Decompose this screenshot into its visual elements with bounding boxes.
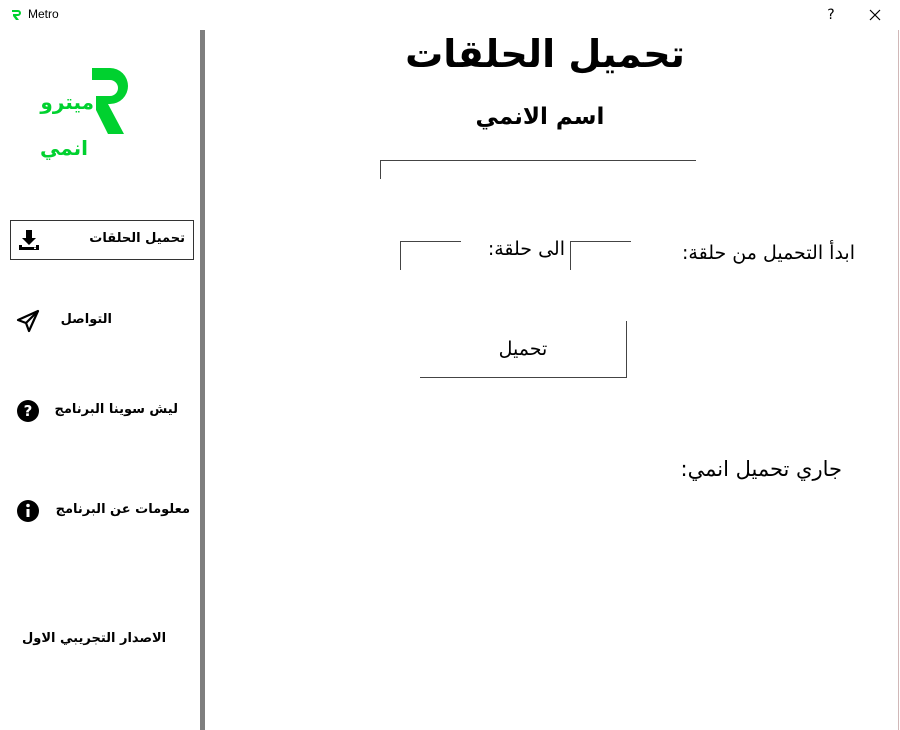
sidebar-item-about[interactable]: معلومات عن البرنامج [10,492,192,530]
close-icon[interactable] [864,4,886,26]
send-icon [16,309,40,333]
question-icon: ? [17,400,39,422]
sidebar-divider [200,30,205,730]
title-bar: Metro ? [0,0,900,30]
to-episode-label: الى حلقة: [487,238,565,260]
info-icon [17,500,39,522]
anime-name-label: اسم الانمي [475,104,605,130]
anime-name-input[interactable] [380,160,696,179]
help-button[interactable]: ? [820,4,842,26]
app-logo-icon [12,10,21,20]
page-title: تحميل الحلقات [405,32,685,76]
sidebar-item-why[interactable]: ? ليش سوينا البرنامج [10,392,192,430]
logo-text-line1: ميترو [40,90,94,114]
download-status-label: جاري تحميل انمي: [680,457,843,481]
download-icon [19,230,39,250]
from-episode-label: ابدأ التحميل من حلقة: [682,242,855,264]
sidebar-item-label: التواصل [60,312,112,327]
to-episode-input[interactable] [400,241,461,270]
window-title: Metro [28,7,59,21]
download-button[interactable]: تحميل [420,321,627,378]
sidebar-item-label: تحميل الحلقات [89,231,185,246]
from-episode-input[interactable] [570,241,631,270]
logo-text-line2: انمي [39,136,88,160]
sidebar-item-label: معلومات عن البرنامج [55,502,190,517]
window-edge [898,30,899,730]
sidebar-item-contact[interactable]: التواصل [10,302,192,340]
sidebar-item-label: ليش سوينا البرنامج [54,402,178,417]
sidebar-item-download[interactable]: تحميل الحلقات [10,220,194,260]
svg-text:?: ? [24,402,33,420]
logo-icon [92,68,128,134]
version-label: الاصدار التجريبي الاول [22,631,167,646]
